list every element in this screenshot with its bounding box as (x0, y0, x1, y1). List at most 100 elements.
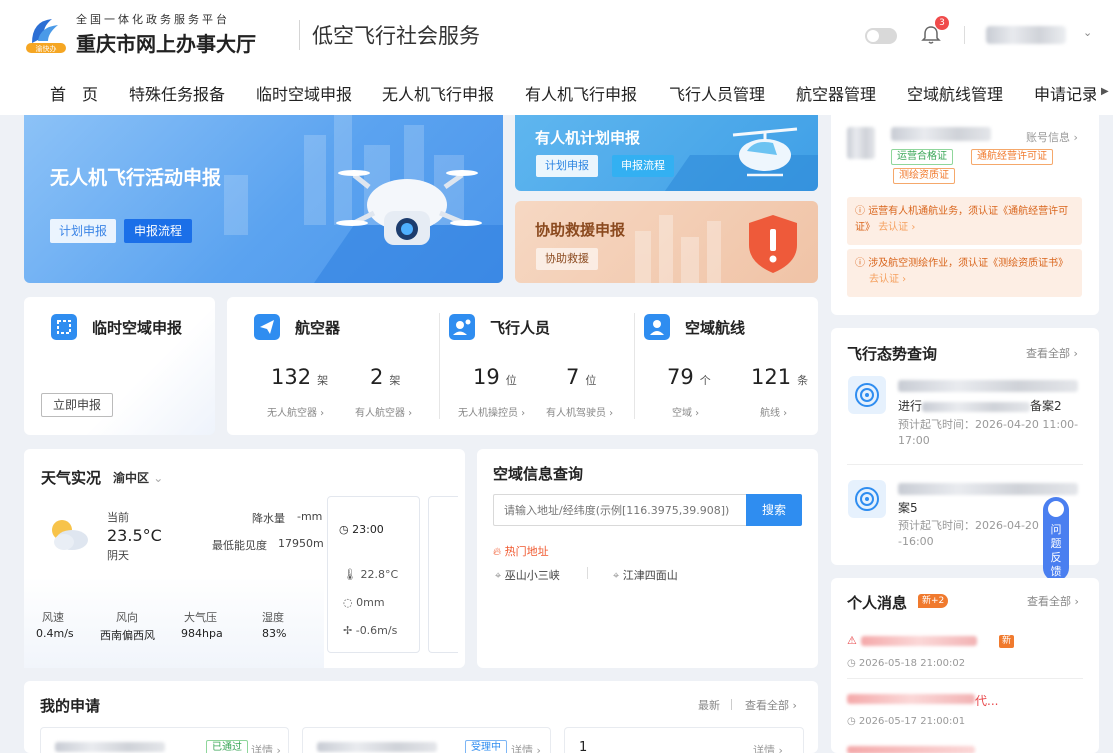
uav-caption[interactable]: 无人航空器 › (267, 404, 324, 419)
nav-item-manned-flight[interactable]: 有人机飞行申报 (525, 78, 637, 112)
route-caption[interactable]: 航线 › (760, 404, 787, 419)
messages-view-all[interactable]: 查看全部 › (1027, 593, 1079, 609)
route-count[interactable]: 121 条 (751, 365, 808, 389)
district-select[interactable]: 渝中区 ⌄ (113, 469, 163, 486)
manned-flow-button[interactable]: 申报流程 (612, 155, 674, 177)
metric-wind-speed-label: 风速 (42, 611, 64, 624)
logo-badge-text: 渝快办 (36, 44, 57, 53)
message-new-tag: 新 (999, 635, 1015, 648)
logo-subtitle: 全国一体化政务服务平台 (76, 13, 230, 26)
flight-item-2-title: 案5 (898, 501, 918, 515)
apply-now-button[interactable]: 立即申报 (41, 393, 114, 417)
nav-item-special-task[interactable]: 特殊任务报备 (129, 78, 225, 112)
hot-address-1[interactable]: ⌖ 巫山小三峡 (495, 567, 560, 583)
fire-icon: 🔥︎ (493, 545, 505, 558)
nav-item-routes[interactable]: 空域航线管理 (907, 78, 1003, 112)
location-pin-icon: ⌖ (613, 569, 623, 582)
application-item-1[interactable]: 已通过 详情 › (40, 727, 289, 753)
manned-count[interactable]: 2架 (370, 365, 400, 389)
manned-caption[interactable]: 有人航空器 › (355, 404, 412, 419)
cert-tag-permit[interactable]: 通航经营许可证 (971, 149, 1053, 165)
route-icon (644, 314, 670, 340)
application-item-3[interactable]: 1 详情 › (564, 727, 804, 753)
nav-item-pilots[interactable]: 飞行人员管理 (669, 78, 765, 112)
messages-title: 个人消息 (847, 594, 908, 612)
search-button[interactable]: 搜索 (746, 494, 802, 526)
manned-pilot-count[interactable]: 7位 (566, 365, 596, 389)
hourly-card[interactable]: ◷ 23:00 🌡︎ 22.8°C ◌ 0mm ✢ -0.6m/s (327, 496, 420, 653)
rescue-button[interactable]: 协助救援 (536, 248, 598, 270)
application-detail-link[interactable]: 详情 › (753, 742, 783, 753)
user-menu[interactable] (986, 26, 1066, 44)
manned-pilot-caption[interactable]: 有人机驾驶员 › (546, 404, 613, 419)
clock-icon: ◷ (339, 523, 353, 536)
temp-airspace-card[interactable]: 临时空域申报 立即申报 (24, 297, 215, 435)
rescue-banner[interactable]: 协助救援申报 协助救援 (515, 201, 818, 283)
chat-icon (1048, 501, 1064, 517)
stats-divider (634, 313, 635, 419)
current-label: 当前 (107, 511, 129, 524)
flight-item-1[interactable]: 进行 备案2 预计起飞时间：2026-04-20 11:00-17:00 (898, 380, 1081, 448)
nav-item-temp-airspace[interactable]: 临时空域申报 (256, 78, 352, 112)
logo-title[interactable]: 重庆市网上办事大厅 (76, 28, 256, 57)
logo-icon[interactable]: 渝快办 (24, 15, 68, 55)
message-item-2[interactable]: 代... ◷ 2026-05-17 21:00:01 (847, 692, 1083, 732)
nav-item-home[interactable]: 首 页 (50, 78, 98, 112)
message-item-3[interactable] (847, 746, 975, 753)
uav-flow-button[interactable]: 申报流程 (124, 219, 193, 243)
status-badge: 已通过 (206, 740, 248, 753)
shield-icon (749, 215, 797, 273)
application-item-2[interactable]: 受理中 详情 › (302, 727, 551, 753)
notice-survey-text: 涉及航空测绘作业，须认证《测绘资质证书》 (868, 258, 1069, 269)
pilot-icon (449, 314, 475, 340)
sort-latest[interactable]: 最新 (698, 697, 720, 713)
uav-banner[interactable]: 无人机飞行活动申报 计划申报 申报流程 (24, 115, 503, 283)
notice-survey-link[interactable]: 去认证 › (869, 272, 1074, 288)
application-detail-link[interactable]: 详情 › (251, 742, 281, 753)
messages-new-badge: 新+2 (918, 594, 949, 608)
raindrop-icon: ◌ (343, 596, 357, 609)
flight-status-view-all[interactable]: 查看全部 › (1026, 345, 1078, 361)
nav-item-uav-flight[interactable]: 无人机飞行申报 (382, 78, 494, 112)
my-applications-view-all[interactable]: 查看全部 › (745, 697, 797, 713)
current-temp: 23.5°C (107, 526, 162, 545)
metric-wind-dir-value: 西南偏西风 (100, 629, 155, 642)
hourly-wind: ✢ -0.6m/s (343, 624, 398, 637)
paper-plane-icon (254, 314, 280, 340)
nav-item-aircraft[interactable]: 航空器管理 (796, 78, 876, 112)
chevron-down-icon[interactable]: ⌄ (1083, 26, 1092, 39)
cert-tag-survey[interactable]: 测绘资质证 (893, 168, 955, 184)
application-detail-link[interactable]: 详情 › (511, 742, 541, 753)
hot-address-divider (587, 567, 588, 579)
nav-item-records[interactable]: 申请记录 (1034, 78, 1096, 112)
uav-operator-count[interactable]: 19 位 (473, 365, 517, 389)
manned-banner[interactable]: 有人机计划申报 计划申报 申报流程 (515, 115, 818, 191)
nav-scroll-arrow[interactable]: ▶ (1101, 86, 1109, 97)
account-info-link[interactable]: 账号信息 › (1026, 129, 1078, 145)
notice-permit-link[interactable]: 去认证 › (878, 222, 915, 233)
uav-count[interactable]: 132 架 (271, 365, 328, 389)
weather-condition: 阴天 (107, 549, 129, 562)
metric-humidity-value: 83% (262, 627, 287, 640)
airspace-search-input[interactable] (493, 494, 747, 526)
theme-toggle[interactable] (865, 28, 897, 44)
manned-banner-title: 有人机计划申报 (535, 129, 641, 147)
aircraft-title: 航空器 (295, 319, 341, 337)
temp-airspace-title: 临时空域申报 (92, 319, 183, 337)
list-divider (847, 464, 1083, 465)
message-item-2-title: 代... (975, 694, 999, 708)
manned-plan-button[interactable]: 计划申报 (536, 155, 598, 177)
feedback-button[interactable]: 问题反馈 (1043, 497, 1069, 581)
airspace-count[interactable]: 79 个 (667, 365, 711, 389)
hourly-card-next[interactable] (428, 496, 458, 653)
rain-label: 降水量 (252, 512, 285, 525)
airspace-caption[interactable]: 空域 › (672, 404, 699, 419)
hot-address-2[interactable]: ⌖ 江津四面山 (613, 567, 678, 583)
stats-card: 航空器 132 架 无人航空器 › 2架 有人航空器 › 飞行人员 19 位 无人机… (227, 297, 818, 435)
uav-plan-button[interactable]: 计划申报 (50, 219, 117, 243)
uav-operator-caption[interactable]: 无人机操控员 › (458, 404, 525, 419)
notice-survey: ⓘ 涉及航空测绘作业，须认证《测绘资质证书》 去认证 › (847, 249, 1082, 297)
radar-icon (848, 480, 886, 518)
status-badge: 受理中 (465, 740, 507, 753)
message-item-1[interactable]: ⚠︎ 新 ◷ 2026-05-18 21:00:02 (847, 634, 1083, 674)
